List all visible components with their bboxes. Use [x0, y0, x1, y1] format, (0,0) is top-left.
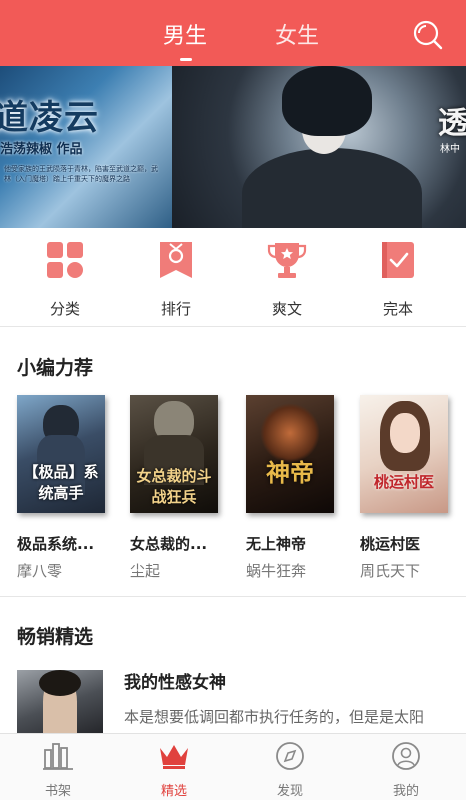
bestseller-section-title: 畅销精选 — [17, 626, 94, 648]
banner-left-author: 浩荡辣椒 作品 — [0, 142, 83, 157]
banner-character-hair — [282, 66, 372, 136]
banner-slide-left[interactable]: 道凌云 浩荡辣椒 作品 他受家族的王武陨落于青林，陷害至武道之巅，武林（入门魔塔… — [0, 66, 172, 228]
book-cover[interactable]: 神帝 — [246, 395, 334, 513]
complete-book-icon — [382, 242, 414, 278]
recommend-section-title: 小编力荐 — [17, 357, 94, 379]
tab-discover[interactable]: 发现 — [250, 740, 330, 799]
active-tab-indicator — [180, 58, 192, 61]
book-title: 极品系统... — [17, 535, 95, 553]
tab-label: 精选 — [160, 784, 187, 799]
book-cover[interactable]: 【极品】系统高手 — [17, 395, 105, 513]
bookshelf-icon — [43, 743, 73, 770]
bestseller-book-title[interactable]: 我的性感女神 — [124, 668, 226, 693]
tab-female[interactable]: 女生 — [275, 18, 319, 50]
quicknav-category[interactable]: 分类 — [25, 240, 105, 319]
section-divider — [0, 326, 466, 327]
tab-bookshelf[interactable]: 书架 — [18, 740, 98, 799]
book-title: 无上神帝 — [246, 535, 307, 553]
promo-banner-carousel[interactable]: 道凌云 浩荡辣椒 作品 他受家族的王武陨落于青林，陷害至武道之巅，武林（入门魔塔… — [0, 66, 466, 228]
banner-slide-main[interactable]: 透 林中 — [172, 66, 466, 228]
book-title: 女总裁的... — [130, 535, 208, 553]
book-cover[interactable]: 女总裁的斗战狂兵 — [130, 395, 218, 513]
cover-title: 女总裁的斗战狂兵 — [136, 467, 212, 506]
cover-title: 桃运村医 — [373, 473, 434, 491]
book-author: 蜗牛狂奔 — [246, 562, 307, 580]
quicknav-complete[interactable]: 完本 — [358, 240, 438, 319]
quicknav-ranking[interactable]: 排行 — [136, 240, 216, 319]
top-header: 男生 女生 — [0, 0, 466, 66]
banner-left-blurb: 他受家族的王武陨落于青林，陷害至武道之巅，武林（入门魔塔）踏上千重天下的魔界之路 — [4, 165, 158, 183]
cover-figure-face — [390, 413, 420, 453]
search-icon[interactable] — [411, 18, 443, 50]
book-author: 周氏天下 — [360, 562, 421, 580]
tab-label: 发现 — [276, 784, 303, 799]
user-profile-icon — [392, 742, 420, 770]
tab-label: 书架 — [44, 784, 71, 799]
quicknav-label: 爽文 — [271, 300, 302, 318]
compass-icon — [276, 742, 304, 770]
quicknav-hot[interactable]: 爽文 — [247, 240, 327, 319]
cover-title: 神帝 — [266, 458, 314, 487]
tab-featured[interactable]: 精选 — [134, 740, 214, 799]
tab-mine[interactable]: 我的 — [366, 740, 446, 799]
quicknav-label: 排行 — [160, 300, 191, 318]
book-cover[interactable]: 桃运村医 — [360, 395, 448, 513]
book-author: 摩八零 — [17, 562, 63, 580]
bestseller-book-cover[interactable] — [17, 670, 103, 740]
banner-right-author: 林中 — [440, 144, 460, 155]
banner-right-title: 透 — [438, 106, 466, 141]
ranking-ribbon-icon — [160, 242, 192, 278]
banner-left-title: 道凌云 — [0, 98, 99, 138]
crown-icon — [160, 745, 188, 769]
trophy-icon — [267, 243, 307, 278]
tab-label: 我的 — [392, 784, 419, 799]
section-divider — [0, 596, 466, 597]
cover-title: 【极品】系统高手 — [23, 463, 99, 502]
quicknav-label: 分类 — [49, 300, 80, 318]
quicknav-label: 完本 — [382, 300, 413, 318]
bottom-tab-bar: 书架 精选 发现 我的 — [0, 733, 466, 800]
cover-figure-hair — [39, 670, 81, 696]
banner-character-illustration — [242, 148, 422, 228]
bestseller-book-desc: 本是想要低调回都市执行任务的，但是是太阳 — [124, 708, 425, 726]
tab-male[interactable]: 男生 — [163, 18, 207, 50]
book-author: 尘起 — [130, 562, 161, 580]
quick-nav: 分类 排行 爽文 完本 — [0, 228, 466, 326]
category-grid-icon — [47, 242, 83, 278]
book-title: 桃运村医 — [360, 535, 421, 553]
